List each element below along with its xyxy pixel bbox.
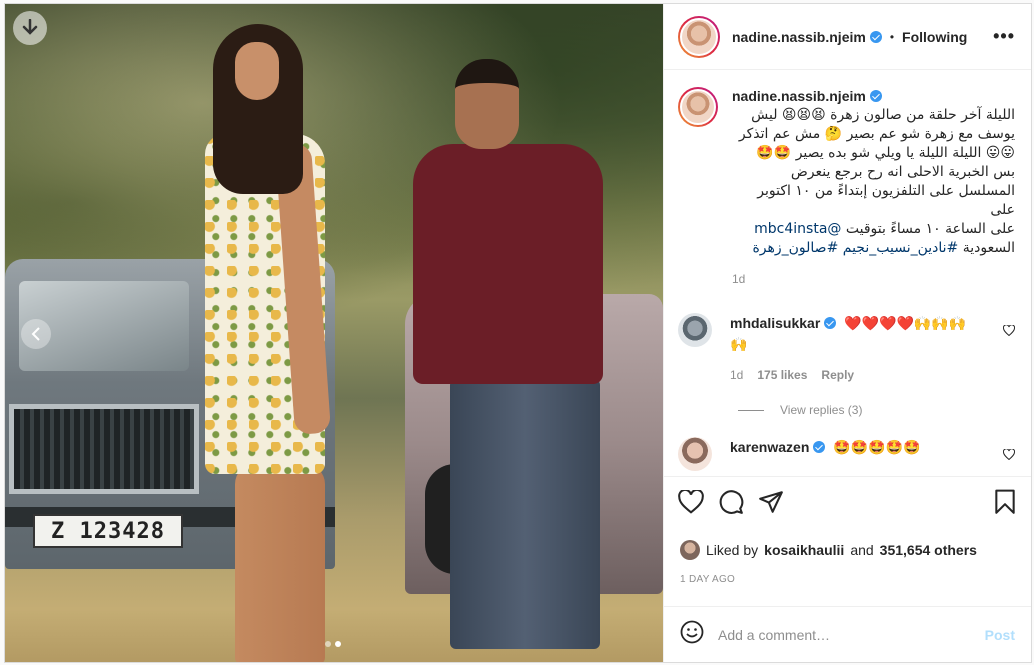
comment-icon[interactable] bbox=[718, 489, 744, 520]
comment-likes[interactable]: 175 likes bbox=[757, 365, 807, 385]
comment-item: karenwazen 🤩🤩🤩🤩🤩 bbox=[678, 437, 1016, 471]
caption-username[interactable]: nadine.nassib.njeim bbox=[732, 88, 866, 104]
commenter-username[interactable]: karenwazen bbox=[730, 439, 809, 455]
download-icon[interactable] bbox=[13, 11, 47, 45]
more-options-icon[interactable]: ••• bbox=[993, 26, 1015, 47]
view-replies-label: View replies (3) bbox=[780, 403, 863, 417]
comment-text: 🤩🤩🤩🤩🤩 bbox=[833, 440, 921, 456]
reply-button[interactable]: Reply bbox=[821, 365, 854, 385]
comment-time: 1d bbox=[730, 368, 744, 382]
post-header: nadine.nassib.njeim • Following ••• bbox=[664, 4, 1031, 70]
add-comment-bar: Post bbox=[664, 606, 1031, 662]
comment-like-heart-icon[interactable] bbox=[1002, 323, 1016, 341]
caption-block: nadine.nassib.njeim الليلة آخر حلقة من ص… bbox=[678, 87, 1015, 289]
hashtag-links[interactable]: #نادين_نسيب_نجيم #صالون_زهرة bbox=[752, 240, 958, 256]
license-plate: Z 123428 bbox=[33, 514, 183, 548]
following-button[interactable]: Following bbox=[902, 29, 967, 45]
caption-line3: السعودية bbox=[958, 240, 1015, 256]
header-separator: • bbox=[889, 29, 895, 44]
caption-time: 1d bbox=[732, 272, 746, 286]
photo-woman bbox=[205, 24, 355, 662]
caption-text: الليلة آخر حلقة من صالون زهرة 😫😫😫 ليش يو… bbox=[732, 106, 1015, 258]
likes-summary: Liked by kosaikhaulii and 351,654 others bbox=[680, 540, 977, 560]
verified-icon bbox=[813, 441, 826, 453]
comment-meta: 1d 175 likes Reply bbox=[730, 365, 980, 385]
liked-by-and: and bbox=[850, 542, 874, 558]
commenter-avatar[interactable] bbox=[678, 437, 712, 471]
post-sidebar: nadine.nassib.njeim • Following ••• nadi… bbox=[663, 4, 1031, 662]
post-photo[interactable]: Z 123428 bbox=[5, 4, 663, 662]
post-modal: Z 123428 nadine.nassib.njeim • Following… bbox=[4, 3, 1032, 663]
comments-area[interactable]: nadine.nassib.njeim الليلة آخر حلقة من ص… bbox=[664, 71, 1031, 476]
post-button[interactable]: Post bbox=[985, 627, 1015, 643]
caption-avatar[interactable] bbox=[678, 87, 718, 127]
verified-icon bbox=[824, 317, 837, 329]
caption-body: الليلة آخر حلقة من صالون زهرة 😫😫😫 ليش يو… bbox=[738, 107, 1015, 218]
comment-input[interactable] bbox=[718, 626, 971, 643]
author-username[interactable]: nadine.nassib.njeim bbox=[732, 29, 866, 45]
post-date[interactable]: 1 DAY AGO bbox=[680, 574, 735, 585]
mention-link[interactable]: @mbc4insta bbox=[754, 221, 841, 237]
comment-like-heart-icon[interactable] bbox=[1002, 447, 1016, 465]
verified-icon bbox=[869, 90, 882, 102]
comment-item: mhdalisukkar ❤️❤️❤️❤️🙌🙌🙌🙌 1d 175 likes R… bbox=[678, 313, 1016, 385]
liked-by-prefix: Liked by bbox=[706, 542, 759, 558]
verified-icon bbox=[869, 30, 882, 43]
liker-avatar[interactable] bbox=[680, 540, 700, 560]
likes-count[interactable]: 351,654 others bbox=[880, 542, 977, 558]
chevron-left-icon[interactable] bbox=[21, 319, 51, 349]
commenter-username[interactable]: mhdalisukkar bbox=[730, 315, 820, 331]
carousel-dot bbox=[325, 641, 331, 647]
view-replies-button[interactable]: View replies (3) bbox=[738, 403, 1015, 417]
carousel-dot-active bbox=[335, 641, 341, 647]
emoji-icon[interactable] bbox=[680, 620, 704, 649]
action-bar bbox=[664, 476, 1031, 532]
author-avatar[interactable] bbox=[678, 15, 720, 58]
share-icon[interactable] bbox=[758, 490, 784, 519]
carousel-dots bbox=[325, 641, 341, 647]
bookmark-icon[interactable] bbox=[993, 489, 1017, 520]
commenter-avatar[interactable] bbox=[678, 313, 712, 347]
heart-icon[interactable] bbox=[678, 488, 704, 519]
liker-username[interactable]: kosaikhaulii bbox=[764, 542, 844, 558]
photo-man bbox=[405, 59, 605, 659]
caption-line2: على الساعة ١٠ مساءً بتوقيت bbox=[841, 221, 1015, 237]
replies-line bbox=[738, 409, 764, 411]
